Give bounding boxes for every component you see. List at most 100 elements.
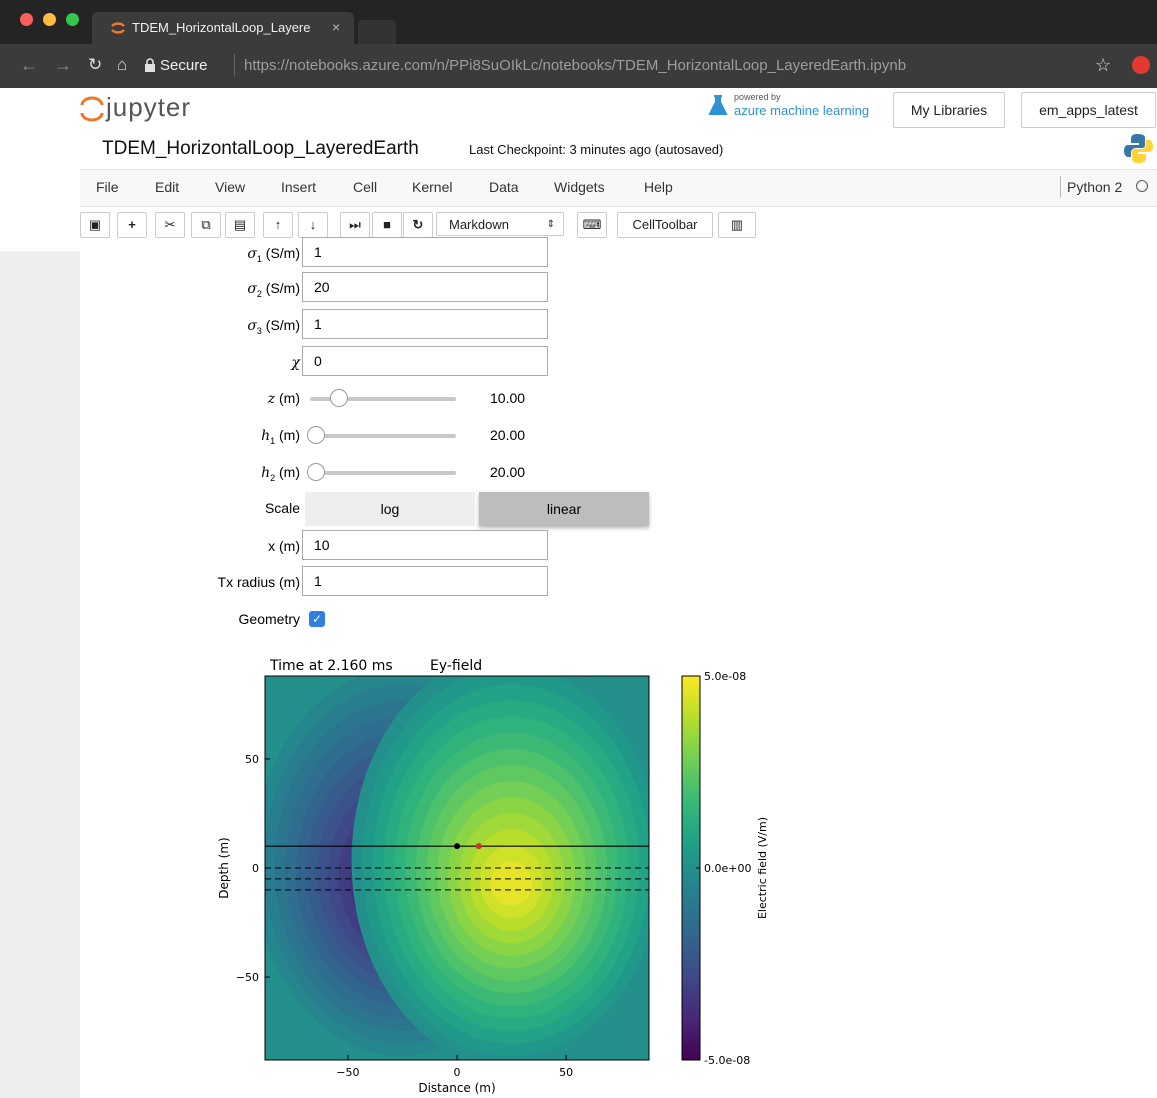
h2-slider-handle[interactable] xyxy=(306,463,325,481)
run-icon[interactable]: ⏭ xyxy=(340,212,370,238)
my-libraries-button[interactable]: My Libraries xyxy=(893,92,1005,128)
sigma1-input[interactable]: 1 xyxy=(302,237,548,267)
sigma1-label: σ1 (S/m) xyxy=(247,245,300,264)
notebook-title[interactable]: TDEM_HorizontalLoop_LayeredEarth xyxy=(102,138,419,160)
library-name-button[interactable]: em_apps_latest xyxy=(1021,92,1156,128)
plot-title-field: Ey-field xyxy=(430,658,482,674)
geometry-label: Geometry xyxy=(238,611,300,627)
sigma3-input[interactable]: 1 xyxy=(302,309,548,339)
y-tick-label: 0 xyxy=(252,862,259,875)
menu-view[interactable]: View xyxy=(215,179,245,195)
x-input[interactable]: 10 xyxy=(302,530,548,560)
z-label: z (m) xyxy=(267,390,300,407)
y-tick-label: −50 xyxy=(236,971,259,984)
close-window-button[interactable] xyxy=(20,13,33,26)
menu-edit[interactable]: Edit xyxy=(155,179,179,195)
url-field[interactable]: https://notebooks.azure.com/n/PPi8SuOIkL… xyxy=(244,57,906,74)
tx-radius-input[interactable]: 1 xyxy=(302,566,548,596)
menu-data[interactable]: Data xyxy=(489,179,519,195)
save-icon[interactable]: ▣ xyxy=(80,212,110,238)
y-axis-label: Depth (m) xyxy=(217,837,231,898)
h1-slider-handle[interactable] xyxy=(306,426,325,444)
forward-icon[interactable]: → xyxy=(54,55,72,76)
transmitter-point xyxy=(454,843,460,850)
chi-input[interactable]: 0 xyxy=(302,346,548,376)
x-label: x (m) xyxy=(268,538,300,554)
minimize-window-button[interactable] xyxy=(43,13,56,26)
z-value: 10.00 xyxy=(490,390,526,406)
sigma2-label: σ2 (S/m) xyxy=(247,280,300,299)
keyboard-icon[interactable]: ⌨ xyxy=(577,212,607,238)
jupyter-logo-icon[interactable] xyxy=(80,96,104,122)
paste-icon[interactable]: ▤ xyxy=(225,212,255,238)
bookmark-star-icon[interactable]: ☆ xyxy=(1095,55,1111,76)
tx-radius-label: Tx radius (m) xyxy=(217,574,300,590)
celltoolbar-button[interactable]: CellToolbar xyxy=(617,212,713,238)
cell-type-select[interactable]: Markdown ⇕ xyxy=(436,212,564,236)
checkpoint-status: Last Checkpoint: 3 minutes ago (autosave… xyxy=(469,142,724,157)
x-tick-label: 0 xyxy=(454,1066,461,1079)
jupyter-favicon-icon xyxy=(111,22,125,34)
move-down-icon[interactable]: ↓ xyxy=(298,212,328,238)
browser-tab[interactable]: TDEM_HorizontalLoop_Layere × xyxy=(92,12,354,44)
flask-icon xyxy=(708,95,728,115)
x-axis-label: Distance (m) xyxy=(418,1081,495,1095)
menu-help[interactable]: Help xyxy=(644,179,673,195)
notebook-toolbar: ▣ + ✂ ⧉ ▤ ↑ ↓ ⏭ ■ ↻ Markdown ⇕ ⌨ CellToo… xyxy=(80,207,1157,245)
tab-close-icon[interactable]: × xyxy=(332,19,340,35)
menu-kernel[interactable]: Kernel xyxy=(412,179,452,195)
select-arrows-icon: ⇕ xyxy=(546,219,555,230)
url-divider xyxy=(234,54,235,76)
h1-label: h1 (m) xyxy=(261,427,300,446)
kernel-divider xyxy=(1060,176,1061,198)
h1-slider[interactable] xyxy=(310,434,456,438)
python-logo-icon xyxy=(1124,134,1153,163)
scale-label: Scale xyxy=(264,500,300,516)
z-slider-handle[interactable] xyxy=(330,389,349,407)
bar-chart-icon[interactable]: ▥ xyxy=(718,212,756,238)
copy-icon[interactable]: ⧉ xyxy=(191,212,221,238)
menu-file[interactable]: File xyxy=(96,179,119,195)
restart-icon[interactable]: ↻ xyxy=(403,212,433,238)
add-cell-icon[interactable]: + xyxy=(117,212,147,238)
move-up-icon[interactable]: ↑ xyxy=(263,212,293,238)
colorbar-tick-label: 5.0e-08 xyxy=(704,670,746,683)
h2-value: 20.00 xyxy=(490,464,526,480)
heatmap-field xyxy=(265,676,649,1060)
chi-label: χ xyxy=(291,355,300,371)
jupyter-logo-text: jupyter xyxy=(106,92,192,122)
receiver-point xyxy=(475,843,482,850)
address-bar: ← → ↻ ⌂ Secure https://notebooks.azure.c… xyxy=(0,44,1157,88)
stop-icon[interactable]: ■ xyxy=(372,212,402,238)
powered-by-label: powered by xyxy=(734,92,781,102)
scale-log-button[interactable]: log xyxy=(305,492,475,526)
reload-icon[interactable]: ↻ xyxy=(88,55,102,75)
maximize-window-button[interactable] xyxy=(66,13,79,26)
scale-linear-button[interactable]: linear xyxy=(479,492,649,526)
h2-label: h2 (m) xyxy=(261,464,300,483)
y-tick-label: 50 xyxy=(245,753,259,766)
back-icon[interactable]: ← xyxy=(20,55,38,76)
azure-ml-link[interactable]: azure machine learning xyxy=(734,103,869,118)
kernel-name: Python 2 xyxy=(1067,179,1123,195)
sigma2-input[interactable]: 20 xyxy=(302,272,548,302)
menu-bar: File Edit View Insert Cell Kernel Data W… xyxy=(80,169,1157,207)
ey-field-plot: Time at 2.160 ms Ey-field −50 0 50 50 0 −50 Dist… xyxy=(217,658,769,1095)
extension-icon[interactable] xyxy=(1132,56,1150,74)
menu-cell[interactable]: Cell xyxy=(353,179,377,195)
plot-title-time: Time at 2.160 ms xyxy=(269,658,393,674)
sigma3-label: σ3 (S/m) xyxy=(247,317,300,336)
menu-insert[interactable]: Insert xyxy=(281,179,316,195)
tab-title: TDEM_HorizontalLoop_Layere xyxy=(132,20,311,35)
h2-slider[interactable] xyxy=(310,471,456,475)
geometry-checkbox[interactable]: ✓ xyxy=(309,611,325,627)
x-tick-label: −50 xyxy=(336,1066,359,1079)
new-tab-button[interactable] xyxy=(358,20,396,44)
jupyter-header: jupyter powered by azure machine learnin… xyxy=(0,88,1157,251)
colorbar-label: Electric field (V/m) xyxy=(756,817,769,919)
menu-widgets[interactable]: Widgets xyxy=(554,179,605,195)
h1-value: 20.00 xyxy=(490,427,526,443)
cell-type-value: Markdown xyxy=(449,217,509,232)
home-icon[interactable]: ⌂ xyxy=(117,55,127,75)
cut-icon[interactable]: ✂ xyxy=(155,212,185,238)
